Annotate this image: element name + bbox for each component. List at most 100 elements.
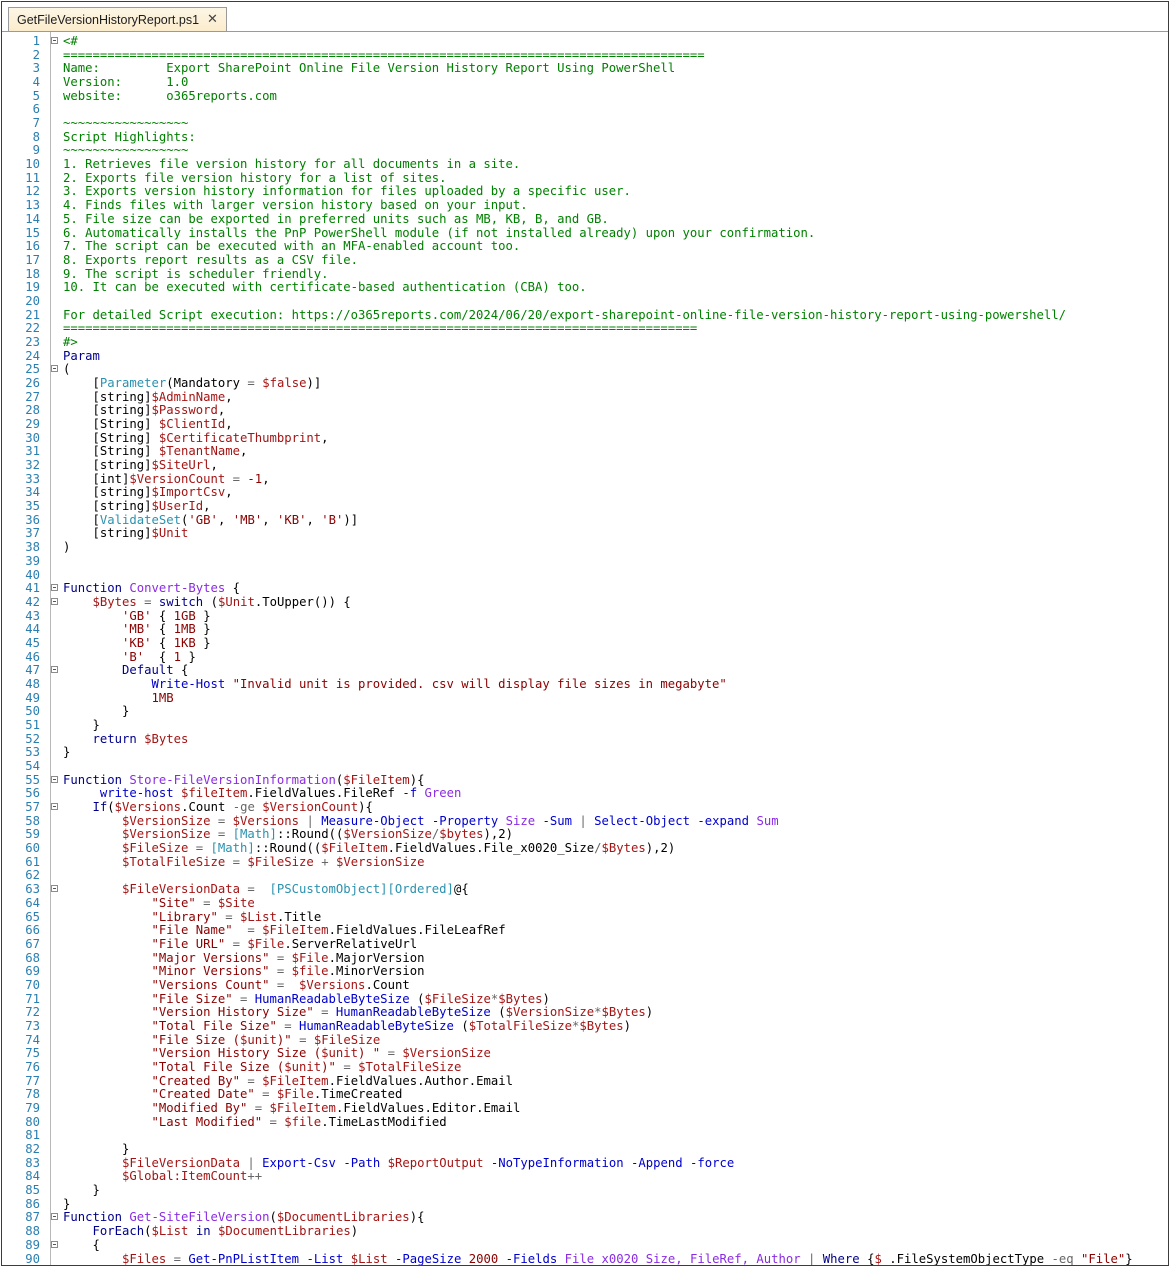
code-line[interactable]: 62 <box>2 868 1168 882</box>
fold-toggle-icon[interactable] <box>51 885 58 893</box>
fold-toggle-icon[interactable] <box>51 666 58 674</box>
code-line[interactable]: 43 'GB' { 1GB } <box>2 609 1168 623</box>
close-icon[interactable]: ✕ <box>207 12 218 27</box>
code-line[interactable]: 28 [string]$Password, <box>2 403 1168 417</box>
fold-toggle-icon[interactable] <box>51 1213 58 1221</box>
code-line[interactable]: 14 5. File size can be exported in prefer… <box>2 212 1168 226</box>
code-line[interactable]: 44 'MB' { 1MB } <box>2 622 1168 636</box>
fold-toggle-icon[interactable] <box>51 584 58 592</box>
code-line[interactable]: 17 8. Exports report results as a CSV fil… <box>2 253 1168 267</box>
code-line[interactable]: 38) <box>2 540 1168 554</box>
code-line[interactable]: 67 "File URL" = $File.ServerRelativeUrl <box>2 937 1168 951</box>
code-line[interactable]: 18 9. The script is scheduler friendly. <box>2 267 1168 281</box>
code-line[interactable]: 24 Param <box>2 349 1168 363</box>
code-line[interactable]: 73 "Total File Size" = HumanReadableByte… <box>2 1019 1168 1033</box>
code-line[interactable]: 4 Version: 1.0 <box>2 75 1168 89</box>
code-line[interactable]: 68 "Major Versions" = $File.MajorVersion <box>2 951 1168 965</box>
code-line[interactable]: 35 [string]$UserId, <box>2 499 1168 513</box>
code-line[interactable]: 9 ~~~~~~~~~~~~~~~~~ <box>2 143 1168 157</box>
code-line[interactable]: 57 If($Versions.Count -ge $VersionCount)… <box>2 800 1168 814</box>
code-line[interactable]: 45 'KB' { 1KB } <box>2 636 1168 650</box>
code-line[interactable]: 34 [string]$ImportCsv, <box>2 485 1168 499</box>
fold-toggle-icon[interactable] <box>51 37 58 44</box>
code-line[interactable]: 10 1. Retrieves file version history for … <box>2 157 1168 171</box>
code-line[interactable]: 47 Default { <box>2 663 1168 677</box>
code-line[interactable]: 64 "Site" = $Site <box>2 896 1168 910</box>
code-line[interactable]: 15 6. Automatically installs the PnP Powe… <box>2 226 1168 240</box>
code-line[interactable]: 79 "Modified By" = $FileItem.FieldValues… <box>2 1101 1168 1115</box>
code-line[interactable]: 46 'B' { 1 } <box>2 650 1168 664</box>
code-line[interactable]: 3 Name: Export SharePoint Online File Ver… <box>2 61 1168 75</box>
code-line[interactable]: 54 <box>2 759 1168 773</box>
code-line[interactable]: 20 <box>2 294 1168 308</box>
code-line[interactable]: 78 "Created Date" = $File.TimeCreated <box>2 1087 1168 1101</box>
code-line[interactable]: 36 [ValidateSet('GB', 'MB', 'KB', 'B')] <box>2 513 1168 527</box>
code-line[interactable]: 77 "Created By" = $FileItem.FieldValues.… <box>2 1074 1168 1088</box>
code-line[interactable]: 60 $FileSize = [Math]::Round(($FileItem.… <box>2 841 1168 855</box>
code-line[interactable]: 7 ~~~~~~~~~~~~~~~~~ <box>2 116 1168 130</box>
code-line[interactable]: 82 } <box>2 1142 1168 1156</box>
code-line[interactable]: 23 #> <box>2 335 1168 349</box>
code-line[interactable]: 86} <box>2 1197 1168 1211</box>
code-line[interactable]: 40 <box>2 568 1168 582</box>
code-line[interactable]: 19 10. It can be executed with certificat… <box>2 280 1168 294</box>
fold-toggle-icon[interactable] <box>51 775 58 783</box>
code-line[interactable]: 51 } <box>2 718 1168 732</box>
code-line[interactable]: 72 "Version History Size" = HumanReadabl… <box>2 1005 1168 1019</box>
code-line[interactable]: 11 2. Exports file version history for a … <box>2 171 1168 185</box>
code-line[interactable]: 37 [string]$Unit <box>2 526 1168 540</box>
code-line[interactable]: 81 <box>2 1128 1168 1142</box>
code-line[interactable]: 5 website: o365reports.com <box>2 89 1168 103</box>
code-line[interactable]: 55 Function Store-FileVersionInformation(… <box>2 773 1168 787</box>
code-line[interactable]: 56 write-host $fileItem.FieldValues.File… <box>2 786 1168 800</box>
code-line[interactable]: 89 { <box>2 1238 1168 1252</box>
code-line[interactable]: 42 $Bytes = switch ($Unit.ToUpper()) { <box>2 595 1168 609</box>
code-line[interactable]: 1 <# <box>2 34 1168 48</box>
code-line[interactable]: 2 =======================================… <box>2 48 1168 62</box>
code-line[interactable]: 12 3. Exports version history information… <box>2 184 1168 198</box>
code-line[interactable]: 27 [string]$AdminName, <box>2 390 1168 404</box>
code-line[interactable]: 58 $VersionSize = $Versions | Measure-Ob… <box>2 814 1168 828</box>
code-line[interactable]: 63 $FileVersionData = [PSCustomObject][O… <box>2 882 1168 896</box>
code-line[interactable]: 71 "File Size" = HumanReadableByteSize (… <box>2 992 1168 1006</box>
fold-toggle-icon[interactable] <box>51 365 58 373</box>
code-line[interactable]: 80 "Last Modified" = $file.TimeLastModif… <box>2 1115 1168 1129</box>
code-line[interactable]: 29 [String] $ClientId, <box>2 417 1168 431</box>
code-line[interactable]: 13 4. Finds files with larger version his… <box>2 198 1168 212</box>
code-line[interactable]: 50 } <box>2 704 1168 718</box>
code-line[interactable]: 53} <box>2 745 1168 759</box>
code-line[interactable]: 25 ( <box>2 362 1168 376</box>
code-line[interactable]: 32 [string]$SiteUrl, <box>2 458 1168 472</box>
code-line[interactable]: 90 $Files = Get-PnPListItem -List $List … <box>2 1252 1168 1265</box>
code-line[interactable]: 74 "File Size ($unit)" = $FileSize <box>2 1033 1168 1047</box>
code-line[interactable]: 76 "Total File Size ($unit)" = $TotalFil… <box>2 1060 1168 1074</box>
code-line[interactable]: 33 [int]$VersionCount = -1, <box>2 472 1168 486</box>
tab-file[interactable]: GetFileVersionHistoryReport.ps1 ✕ <box>8 7 227 31</box>
fold-toggle-icon[interactable] <box>51 803 58 811</box>
code-line[interactable]: 30 [String] $CertificateThumbprint, <box>2 431 1168 445</box>
code-line[interactable]: 88 ForEach($List in $DocumentLibraries) <box>2 1224 1168 1238</box>
code-line[interactable]: 52 return $Bytes <box>2 732 1168 746</box>
code-line[interactable]: 8 Script Highlights: <box>2 130 1168 144</box>
code-line[interactable]: 41 Function Convert-Bytes { <box>2 581 1168 595</box>
code-line[interactable]: 22 ======================================… <box>2 321 1168 335</box>
code-line[interactable]: 59 $VersionSize = [Math]::Round(($Versio… <box>2 827 1168 841</box>
code-line[interactable]: 85 } <box>2 1183 1168 1197</box>
code-line[interactable]: 83 $FileVersionData | Export-Csv -Path $… <box>2 1156 1168 1170</box>
code-line[interactable]: 84 $Global:ItemCount++ <box>2 1169 1168 1183</box>
code-line[interactable]: 61 $TotalFileSize = $FileSize + $Version… <box>2 855 1168 869</box>
code-line[interactable]: 70 "Versions Count" = $Versions.Count <box>2 978 1168 992</box>
code-line[interactable]: 26 [Parameter(Mandatory = $false)] <box>2 376 1168 390</box>
code-line[interactable]: 6 <box>2 102 1168 116</box>
code-line[interactable]: 39 <box>2 554 1168 568</box>
code-line[interactable]: 65 "Library" = $List.Title <box>2 910 1168 924</box>
code-line[interactable]: 66 "File Name" = $FileItem.FieldValues.F… <box>2 923 1168 937</box>
code-line[interactable]: 48 Write-Host "Invalid unit is provided.… <box>2 677 1168 691</box>
code-line[interactable]: 75 "Version History Size ($unit) " = $Ve… <box>2 1046 1168 1060</box>
code-line[interactable]: 21 For detailed Script execution: https:/… <box>2 308 1168 322</box>
code-line[interactable]: 16 7. The script can be executed with an … <box>2 239 1168 253</box>
code-editor[interactable]: 1 <# 2 ====================================… <box>2 32 1168 1265</box>
fold-toggle-icon[interactable] <box>51 597 58 605</box>
code-line[interactable]: 87 Function Get-SiteFileVersion($Document… <box>2 1210 1168 1224</box>
code-line[interactable]: 49 1MB <box>2 691 1168 705</box>
